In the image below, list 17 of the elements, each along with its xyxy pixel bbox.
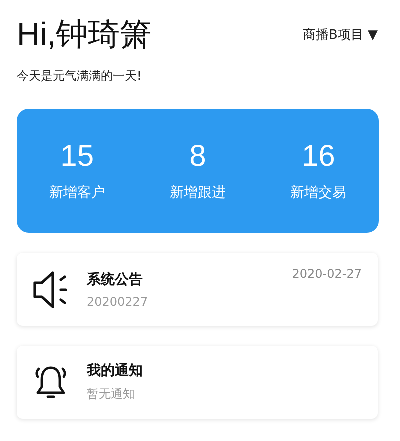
- greeting-subtitle: 今天是元气满满的一天!: [17, 68, 143, 85]
- message-title: 我的通知: [87, 362, 143, 380]
- message-detail: 暂无通知: [87, 386, 135, 403]
- stat-label: 新增跟进: [170, 184, 226, 202]
- stat-label: 新增交易: [290, 184, 347, 202]
- message-title: 系统公告: [87, 270, 143, 288]
- stat-label: 新增客户: [49, 184, 106, 202]
- stat-value: 16: [302, 140, 336, 174]
- message-detail: 20200227: [87, 294, 148, 308]
- message-card[interactable]: 系统公告 20200227 2020-02-27: [17, 253, 378, 326]
- stat-value: 15: [60, 140, 94, 174]
- stat-value: 8: [190, 140, 206, 174]
- message-date: 2020-02-27: [292, 267, 362, 281]
- project-dropdown[interactable]: 商播B项目 ▼: [302, 26, 378, 44]
- message-card[interactable]: 我的通知 暂无通知: [17, 346, 378, 419]
- speaker-icon: [33, 270, 69, 308]
- greeting-title: Hi,钟琦箫: [17, 15, 152, 54]
